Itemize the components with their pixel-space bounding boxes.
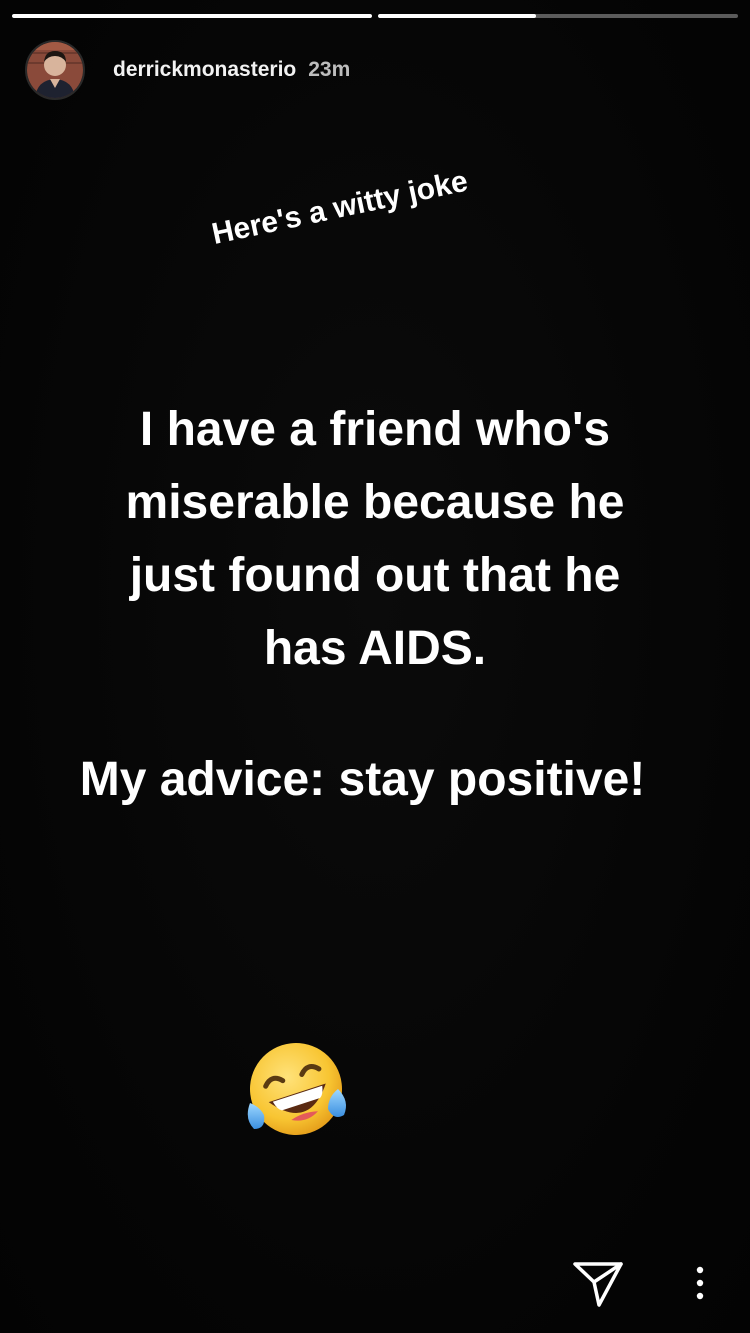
story-header: derrickmonasterio 23m (25, 40, 350, 100)
avatar[interactable] (25, 40, 85, 100)
caption-sticker: Here's a witty joke (208, 164, 471, 252)
story-progress (12, 14, 738, 18)
progress-fill-1 (12, 14, 372, 18)
progress-segment-2 (378, 14, 738, 18)
story-message: I have a friend who's miserable because … (0, 393, 750, 685)
tears-of-joy-emoji-icon (240, 1033, 352, 1145)
progress-fill-2 (378, 14, 537, 18)
story-viewer[interactable]: derrickmonasterio 23m Here's a witty jok… (0, 0, 750, 1333)
message-line: just found out that he (129, 549, 621, 602)
message-line: miserable because he (125, 476, 625, 529)
punchline: My advice: stay positive! (79, 753, 646, 806)
username[interactable]: derrickmonasterio (113, 58, 296, 82)
progress-segment-1 (12, 14, 372, 18)
avatar-image (27, 42, 83, 98)
post-time: 23m (308, 58, 351, 81)
message-line: has AIDS. (263, 622, 487, 675)
send-icon[interactable] (572, 1260, 624, 1308)
more-options-icon[interactable] (690, 1264, 710, 1304)
message-line: I have a friend who's (139, 403, 611, 456)
